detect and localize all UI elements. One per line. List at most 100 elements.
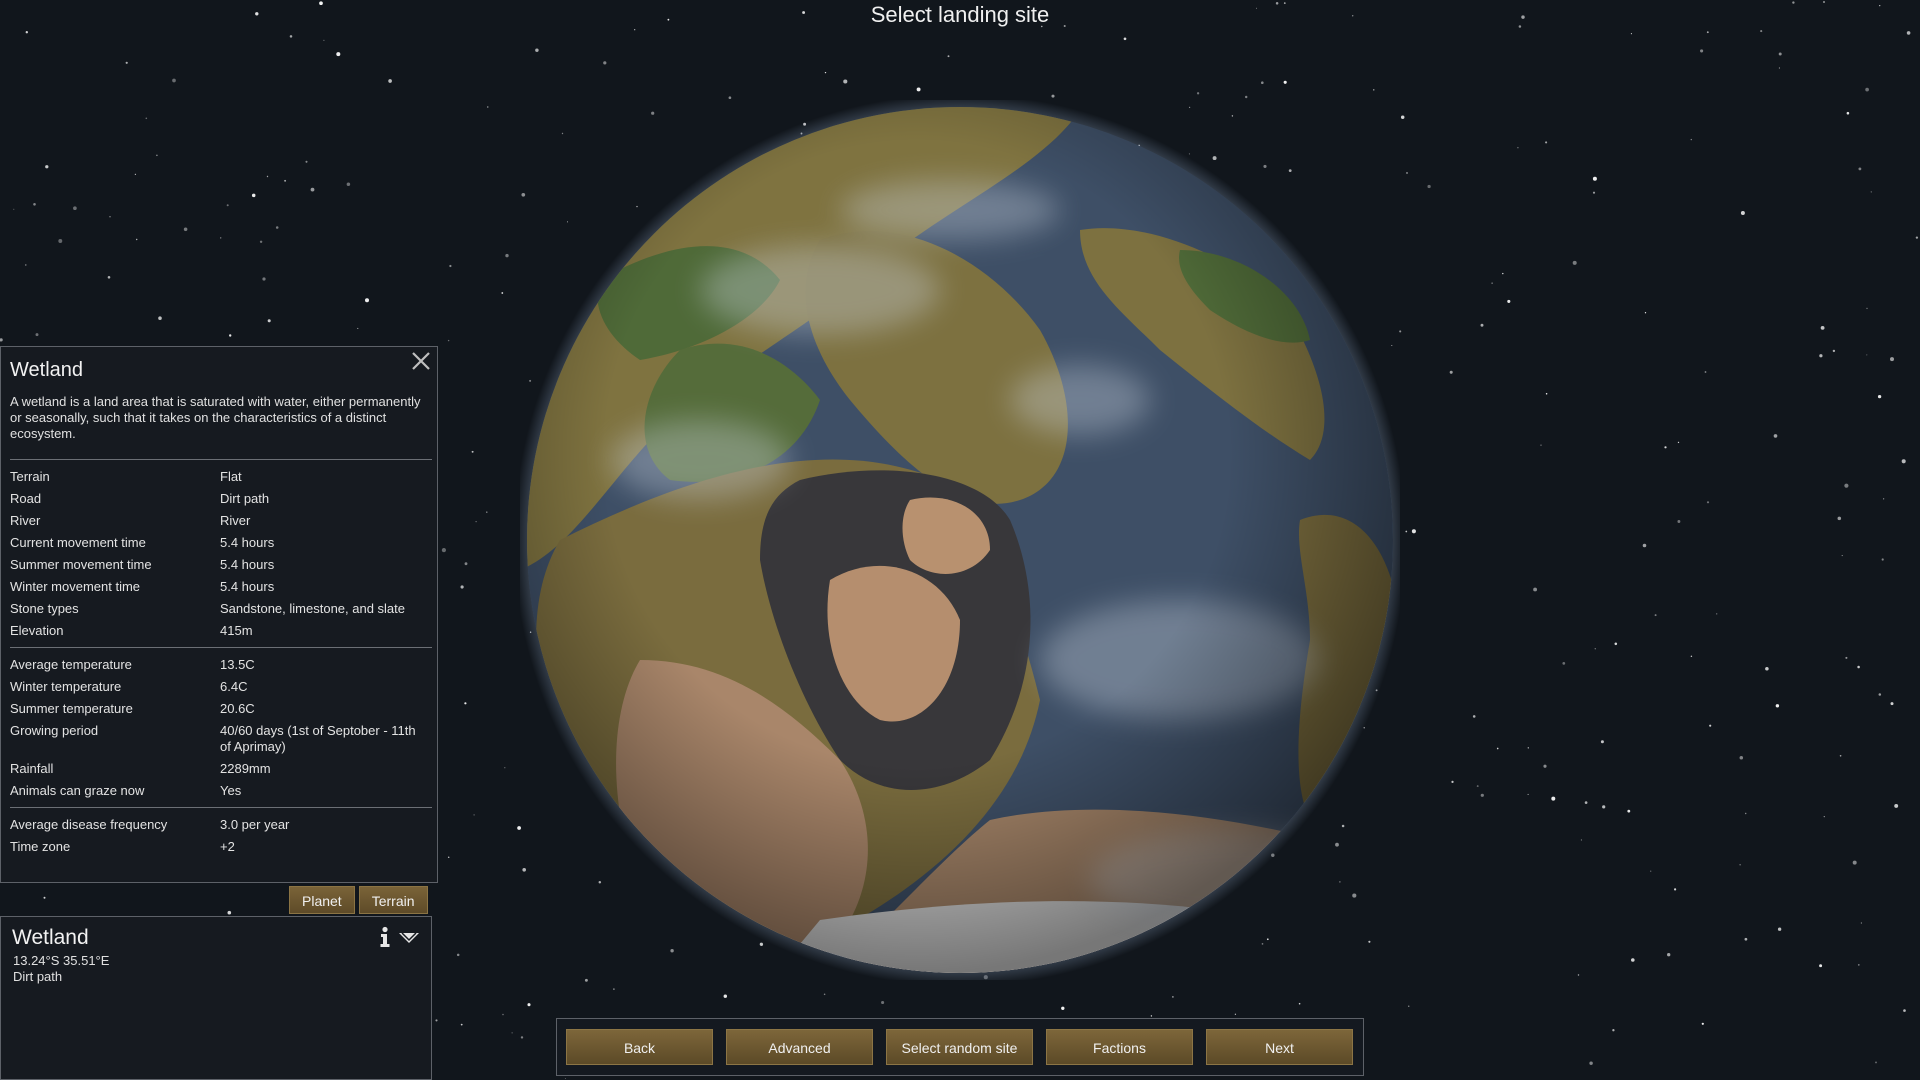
stat-label: River [10,513,41,528]
stat-group: Terrain Flat Road Dirt path River River Curren… [10,459,432,647]
selected-tile-coords: 13.24°S 35.51°E [13,953,110,968]
star [1123,37,1127,41]
star [1778,67,1780,69]
stat-label: Road [10,491,42,506]
star [1476,785,1479,788]
star [1298,1002,1301,1005]
star [1819,964,1823,968]
star [1845,656,1848,659]
star [504,767,506,769]
star [1480,323,1484,327]
star [1739,864,1741,866]
star [1234,1013,1237,1015]
collapse-arrow-icon[interactable] [398,931,420,945]
tile-inspect-panel: Wetland A wetland is a land area that is… [0,346,438,883]
star [45,165,49,169]
star [1502,272,1504,275]
star [183,227,188,232]
next-button[interactable]: Next [1206,1029,1353,1065]
stat-group: Average disease frequency 3.0 per year Tim… [10,807,432,863]
star [1580,839,1582,841]
star [35,333,39,337]
star [535,48,539,52]
star [881,1000,885,1005]
star [1405,530,1408,533]
star [229,334,232,337]
star [134,173,137,176]
star [1677,441,1680,444]
star [1602,805,1606,809]
star [109,216,111,218]
back-button[interactable]: Back [566,1029,713,1065]
planet-globe[interactable] [514,94,1406,986]
selected-tile-panel: Wetland 13.24°S 35.51°E Dirt path [0,916,432,1080]
star [1744,937,1748,941]
star [1760,30,1763,33]
stat-value: Yes [220,783,242,798]
stat-value: 3.0 per year [220,817,290,832]
star [43,896,46,899]
star [172,78,176,83]
star [723,994,728,998]
page-title: Select landing site [870,2,1050,27]
star [1739,755,1744,760]
star [1577,974,1580,976]
star [1866,307,1868,310]
star [1400,115,1405,119]
advanced-button[interactable]: Advanced [726,1029,873,1065]
star [1841,555,1843,557]
star [1846,111,1850,115]
stat-row: Current movement time 5.4 hours [10,532,432,554]
star [1744,812,1747,815]
star [1196,92,1200,95]
star [1540,444,1542,446]
star [1740,211,1745,215]
star [1706,501,1710,504]
factions-button[interactable]: Factions [1046,1029,1193,1065]
select-random-site-button[interactable]: Select random site [886,1029,1033,1065]
stat-label: Rainfall [10,761,54,776]
star [1701,1022,1704,1025]
star [323,39,325,42]
star [158,316,162,320]
star [1857,665,1860,669]
star [1411,529,1416,534]
close-icon[interactable] [409,349,433,373]
star [1654,614,1657,617]
star [1451,780,1454,784]
star [464,702,467,705]
star [1857,964,1860,966]
star [1614,642,1618,646]
star [1373,89,1375,91]
star [1819,354,1823,358]
star [473,814,475,816]
stat-label: Animals can graze now [10,783,145,798]
stat-row: Animals can graze now Yes [10,780,432,802]
star [1866,354,1868,356]
inspect-tabs: Planet Terrain [289,886,428,914]
star [564,1077,566,1080]
stat-value: Sandstone, limestone, and slate [220,601,406,616]
tab-planet[interactable]: Planet [289,886,355,914]
star [1551,796,1556,801]
star [464,562,468,566]
star [58,239,63,243]
info-icon[interactable] [377,926,393,948]
star [1630,33,1632,35]
star [527,1003,531,1007]
star [486,511,488,513]
star [1612,1029,1615,1032]
star [447,856,450,859]
star [1650,870,1652,872]
star [1545,392,1548,395]
stat-row: Average temperature 13.5C [10,654,432,676]
stat-label: Winter temperature [10,679,122,694]
star [135,238,138,241]
star [824,71,827,74]
star [1545,141,1548,144]
star [1427,184,1431,189]
tab-terrain[interactable]: Terrain [358,886,428,914]
star [475,520,477,523]
star [456,953,460,957]
selected-tile-road: Dirt path [13,969,63,984]
